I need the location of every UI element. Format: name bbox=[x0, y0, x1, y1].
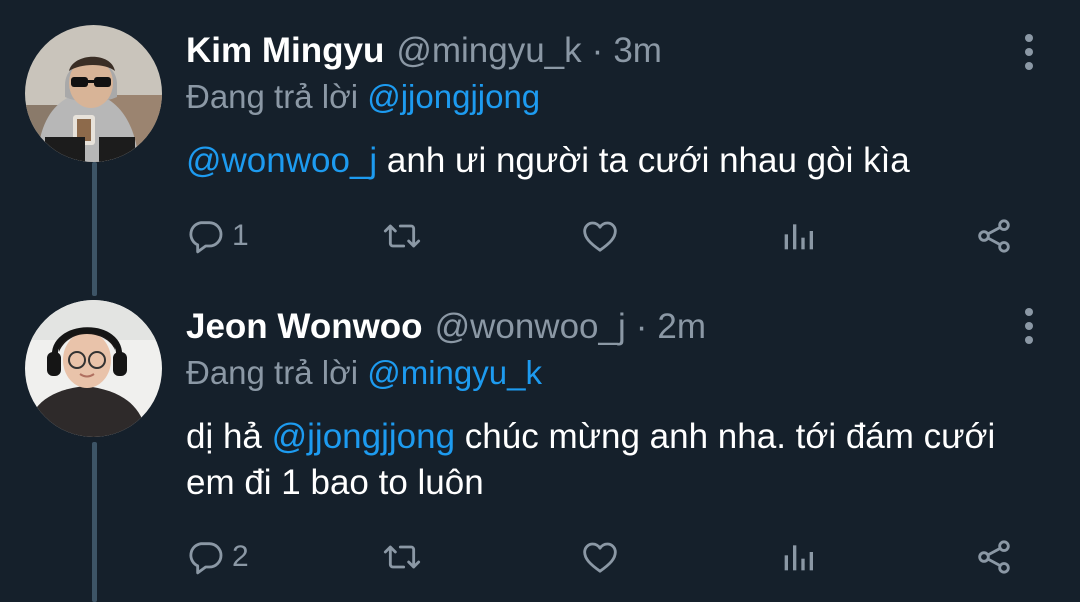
timestamp[interactable]: 3m bbox=[613, 28, 662, 74]
retweet-icon bbox=[383, 545, 421, 569]
heart-icon bbox=[583, 542, 617, 573]
more-vertical-icon bbox=[1025, 308, 1033, 316]
tweet[interactable]: Jeon Wonwoo @wonwoo_j · 2m Đang trả lời … bbox=[0, 290, 1080, 602]
more-vertical-icon bbox=[1025, 62, 1033, 70]
retweet-button[interactable] bbox=[382, 213, 422, 259]
timestamp[interactable]: 2m bbox=[657, 304, 706, 350]
author-name[interactable]: Jeon Wonwoo bbox=[186, 304, 423, 350]
more-options-button[interactable] bbox=[1024, 308, 1034, 344]
share-icon bbox=[978, 219, 1010, 253]
action-bar: 1 bbox=[186, 213, 1026, 259]
retweet-icon bbox=[383, 224, 421, 248]
share-button[interactable] bbox=[974, 534, 1014, 580]
like-button[interactable] bbox=[580, 534, 620, 580]
replying-to: Đang trả lời @mingyu_k bbox=[186, 352, 542, 394]
reply-count: 1 bbox=[232, 219, 249, 252]
author-handle[interactable]: @mingyu_k bbox=[396, 28, 581, 74]
share-button[interactable] bbox=[974, 213, 1014, 259]
more-vertical-icon bbox=[1025, 34, 1033, 42]
replying-prefix: Đang trả lời bbox=[186, 354, 359, 391]
separator-dot: · bbox=[635, 307, 648, 346]
reply-bubble-icon bbox=[189, 221, 223, 254]
action-bar: 2 bbox=[186, 534, 1026, 580]
reply-count: 2 bbox=[232, 540, 249, 573]
avatar[interactable] bbox=[25, 300, 162, 437]
replying-prefix: Đang trả lời bbox=[186, 78, 359, 115]
analytics-button[interactable] bbox=[778, 213, 818, 259]
replying-to-mention[interactable]: @mingyu_k bbox=[367, 354, 542, 391]
tweet-header: Jeon Wonwoo @wonwoo_j · 2m bbox=[186, 304, 706, 350]
avatar-photo-icon bbox=[25, 300, 162, 437]
analytics-bars-icon bbox=[784, 224, 813, 250]
author-handle[interactable]: @wonwoo_j bbox=[435, 304, 626, 350]
replying-to-mention[interactable]: @jjongjjong bbox=[367, 78, 540, 115]
like-button[interactable] bbox=[580, 213, 620, 259]
more-options-button[interactable] bbox=[1024, 34, 1034, 70]
body-prefix: dị hả bbox=[186, 417, 272, 456]
tweet-text: dị hả @jjongjjong chúc mừng anh nha. tới… bbox=[186, 414, 1036, 506]
reply-button[interactable]: 2 bbox=[186, 534, 249, 580]
body-mention[interactable]: @wonwoo_j bbox=[186, 141, 377, 180]
tweet-text: @wonwoo_j anh ưi người ta cưới nhau gòi … bbox=[186, 138, 1036, 184]
more-vertical-icon bbox=[1025, 48, 1033, 56]
avatar[interactable] bbox=[25, 25, 162, 162]
tweet[interactable]: Kim Mingyu @mingyu_k · 3m Đang trả lời @… bbox=[0, 0, 1080, 290]
author-name[interactable]: Kim Mingyu bbox=[186, 28, 384, 74]
body-mention[interactable]: @jjongjjong bbox=[272, 417, 455, 456]
analytics-button[interactable] bbox=[778, 534, 818, 580]
reply-bubble-icon bbox=[189, 542, 223, 575]
share-icon bbox=[978, 540, 1010, 574]
replying-to: Đang trả lời @jjongjjong bbox=[186, 76, 540, 118]
separator-dot: · bbox=[591, 31, 604, 70]
tweet-thread: Kim Mingyu @mingyu_k · 3m Đang trả lời @… bbox=[0, 0, 1080, 602]
retweet-button[interactable] bbox=[382, 534, 422, 580]
tweet-header: Kim Mingyu @mingyu_k · 3m bbox=[186, 28, 662, 74]
more-vertical-icon bbox=[1025, 336, 1033, 344]
analytics-bars-icon bbox=[784, 545, 813, 571]
avatar-photo-icon bbox=[25, 25, 162, 162]
reply-button[interactable]: 1 bbox=[186, 213, 249, 259]
more-vertical-icon bbox=[1025, 322, 1033, 330]
body-text: anh ưi người ta cưới nhau gòi kìa bbox=[377, 141, 910, 180]
heart-icon bbox=[583, 221, 617, 252]
